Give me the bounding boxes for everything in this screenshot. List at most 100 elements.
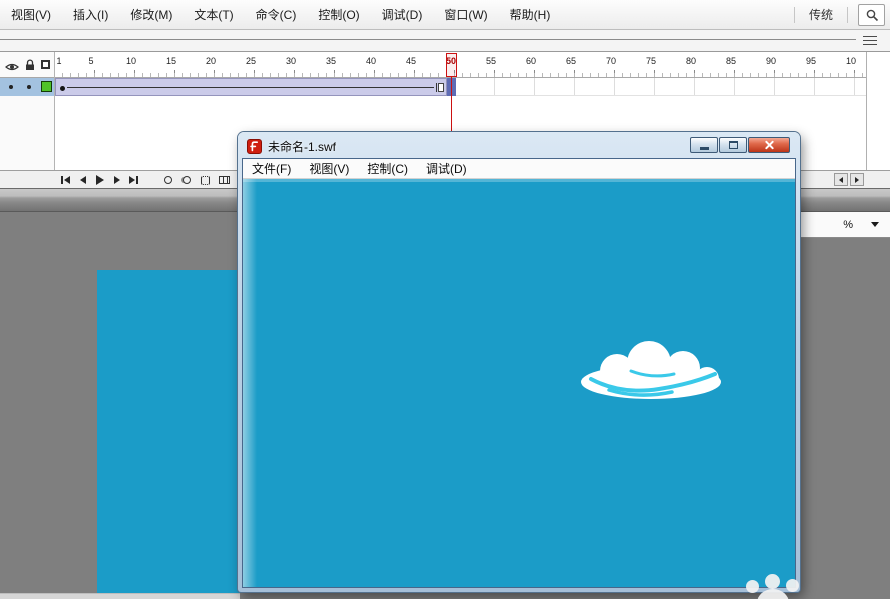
zoom-percent-suffix: % — [843, 218, 853, 231]
timeline-ruler[interactable]: 1 5 10 15 20 25 30 35 40 45 50 55 60 65 70 75 80 85 90 95 10 — [55, 52, 866, 78]
tween-end-tick — [436, 83, 437, 92]
scroll-left-button[interactable] — [834, 173, 848, 186]
menu-item-5[interactable]: 控制(O) — [307, 0, 370, 29]
ruler-label-1: 1 — [56, 56, 62, 66]
play-button[interactable] — [91, 172, 108, 187]
player-menubar: 文件(F) 视图(V) 控制(C) 调试(D) — [243, 159, 795, 179]
layer-frames-row[interactable] — [55, 78, 866, 96]
close-button[interactable] — [748, 137, 790, 153]
keyframe-dot-icon — [60, 86, 65, 91]
edit-multiple-frames-button[interactable] — [198, 173, 213, 187]
player-menu-item-2[interactable]: 控制(C) — [358, 160, 417, 177]
paw-toe — [746, 580, 759, 593]
go-to-last-frame-button[interactable] — [125, 172, 142, 187]
ruler-label-70: 70 — [605, 56, 617, 66]
tween-arrow-line — [67, 87, 434, 88]
modify-markers-button[interactable] — [217, 173, 232, 187]
player-window-title: 未命名-1.swf — [268, 140, 337, 154]
step-forward-button[interactable] — [108, 172, 125, 187]
ruler-minor-ticks — [55, 73, 866, 77]
timeline-scroll-buttons — [834, 173, 864, 186]
menubar-right: 传统 — [784, 3, 890, 26]
player-menu-item-1[interactable]: 视图(V) — [300, 160, 358, 177]
app-menubar: 视图(V) 插入(I) 修改(M) 文本(T) 命令(C) 控制(O) 调试(D) 窗口(W)… — [0, 0, 890, 30]
menu-items: 视图(V) 插入(I) 修改(M) 文本(T) 命令(C) 控制(O) 调试(D) 窗口(W)… — [0, 0, 561, 29]
layer-row[interactable] — [0, 78, 54, 96]
paw-pad — [757, 589, 789, 599]
onion-skin-buttons — [160, 173, 236, 187]
timeline-right-gutter — [866, 52, 890, 170]
flash-player-window: 未命名-1.swf 文件(F) 视图(V) 控制(C) 调试(D) — [238, 132, 800, 592]
close-icon — [764, 140, 775, 151]
ruler-label-40: 40 — [365, 56, 377, 66]
menu-item-3[interactable]: 文本(T) — [183, 0, 244, 29]
ruler-label-55: 55 — [485, 56, 497, 66]
panel-edge-rule — [0, 39, 856, 40]
scroll-right-button[interactable] — [850, 173, 864, 186]
search-box[interactable] — [858, 3, 885, 26]
layer-color-swatch[interactable] — [41, 81, 52, 92]
go-to-first-frame-button[interactable] — [57, 172, 74, 187]
zoom-dropdown-arrow-icon[interactable] — [871, 222, 879, 227]
menu-item-0[interactable]: 视图(V) — [0, 0, 62, 29]
search-icon — [866, 9, 878, 21]
layer-column-headers — [0, 52, 54, 78]
ruler-label-95: 95 — [805, 56, 817, 66]
ruler-label-100: 10 — [845, 56, 857, 66]
maximize-button[interactable] — [719, 137, 747, 153]
motion-tween-span[interactable] — [55, 78, 447, 96]
minimize-button[interactable] — [690, 137, 718, 153]
baidu-logo-watermark — [740, 572, 812, 599]
player-titlebar[interactable]: 未命名-1.swf — [241, 135, 797, 158]
step-back-button[interactable] — [74, 172, 91, 187]
menu-item-8[interactable]: 帮助(H) — [499, 0, 562, 29]
ruler-label-30: 30 — [285, 56, 297, 66]
ruler-label-25: 25 — [245, 56, 257, 66]
menu-item-6[interactable]: 调试(D) — [371, 0, 434, 29]
ruler-label-35: 35 — [325, 56, 337, 66]
minimize-icon — [699, 147, 709, 150]
menu-item-1[interactable]: 插入(I) — [62, 0, 119, 29]
playback-buttons — [57, 172, 142, 187]
outline-view-icon[interactable] — [41, 60, 50, 69]
ruler-label-60: 60 — [525, 56, 537, 66]
workspace-switcher[interactable]: 传统 — [805, 6, 837, 23]
menu-item-2[interactable]: 修改(M) — [119, 0, 183, 29]
onion-skin-button[interactable] — [160, 173, 175, 187]
panel-tab-strip — [0, 30, 890, 52]
paw-toe — [786, 579, 799, 592]
lock-icon[interactable] — [25, 58, 35, 76]
player-stage — [243, 179, 795, 587]
menubar-separator — [793, 6, 795, 23]
left-edge-highlight — [243, 179, 257, 587]
ruler-label-85: 85 — [725, 56, 737, 66]
player-menu-item-0[interactable]: 文件(F) — [243, 160, 300, 177]
horizontal-scrollbar[interactable] — [0, 593, 240, 599]
player-window-body: 文件(F) 视图(V) 控制(C) 调试(D) — [242, 158, 796, 588]
player-menu-item-3[interactable]: 调试(D) — [417, 160, 476, 177]
end-keyframe-icon — [438, 83, 444, 92]
layer-controls-column — [0, 52, 55, 170]
ruler-label-80: 80 — [685, 56, 697, 66]
ruler-label-10: 10 — [125, 56, 137, 66]
layer-unlocked-dot[interactable] — [27, 85, 31, 89]
top-edge-highlight — [243, 179, 795, 182]
ruler-label-65: 65 — [565, 56, 577, 66]
onion-skin-outlines-button[interactable] — [179, 173, 194, 187]
cloud-graphic — [581, 341, 721, 399]
playhead[interactable] — [446, 53, 457, 77]
menu-item-4[interactable]: 命令(C) — [245, 0, 308, 29]
zoom-control: % — [790, 212, 890, 238]
paw-toe — [765, 574, 780, 589]
panel-menu-icon[interactable] — [863, 36, 877, 45]
window-buttons — [690, 137, 790, 153]
ruler-label-5: 5 — [88, 56, 94, 66]
ruler-label-90: 90 — [765, 56, 777, 66]
menu-item-7[interactable]: 窗口(W) — [433, 0, 498, 29]
layer-visible-dot[interactable] — [9, 85, 13, 89]
show-hide-eye-icon[interactable] — [5, 59, 19, 77]
ruler-label-15: 15 — [165, 56, 177, 66]
maximize-icon — [728, 141, 738, 149]
ruler-label-45: 45 — [405, 56, 417, 66]
menubar-separator — [847, 6, 848, 23]
